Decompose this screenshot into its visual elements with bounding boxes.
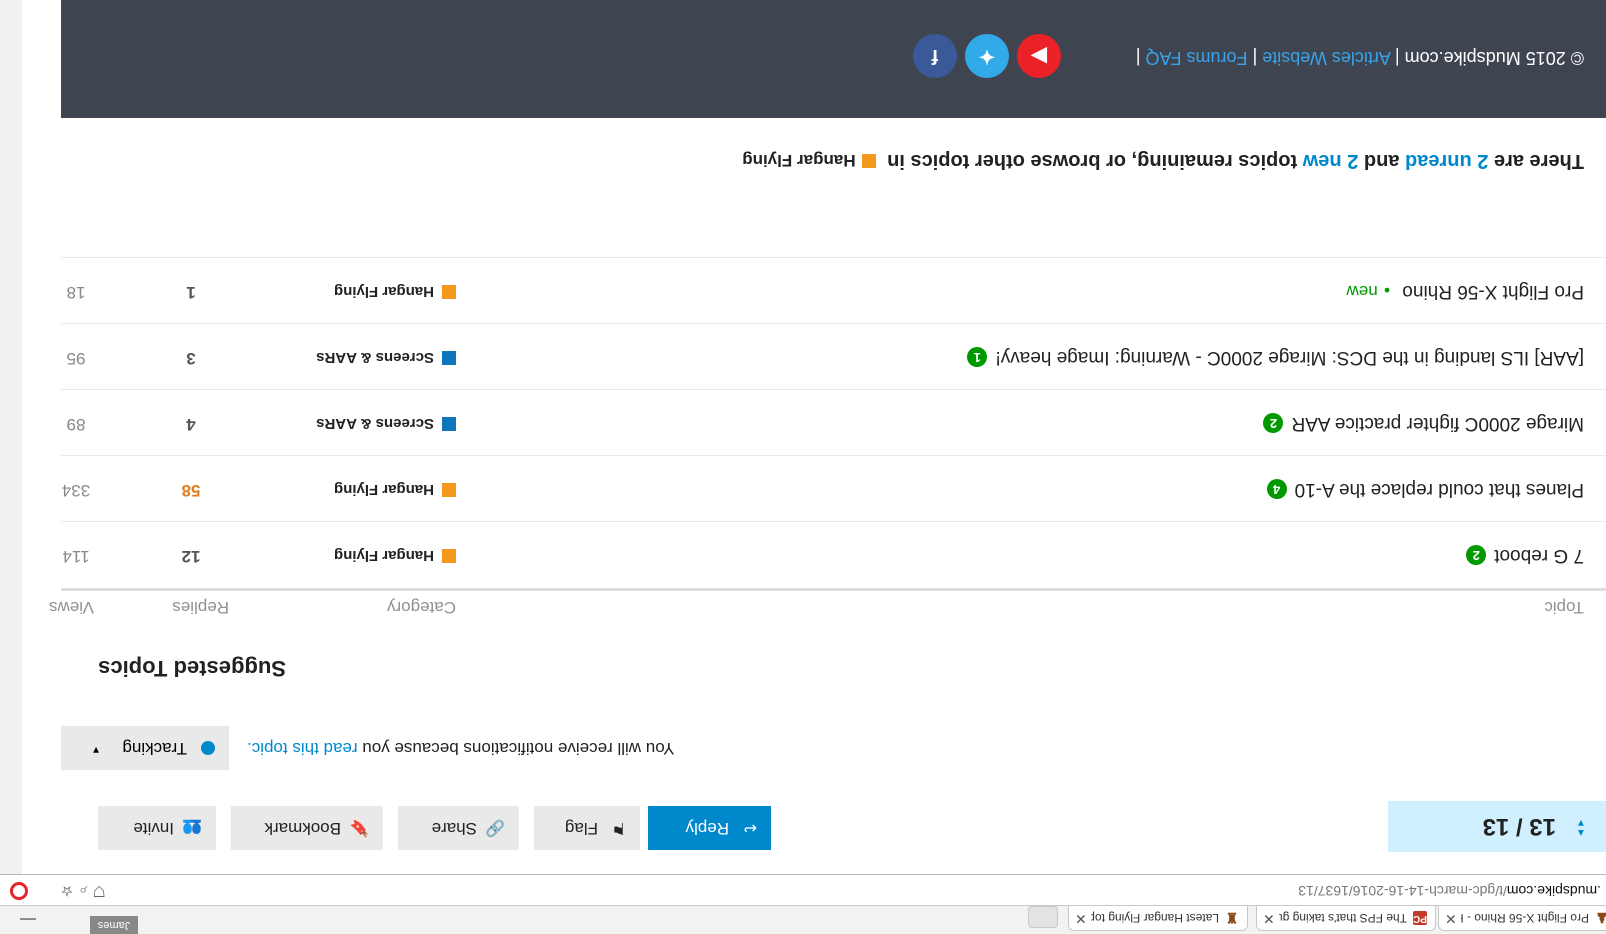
reply-count[interactable]: 1 [161, 282, 221, 302]
unread-link[interactable]: 2 unread [1405, 150, 1488, 172]
youtube-icon[interactable]: ▶ [1017, 34, 1061, 78]
articles-website-link[interactable]: Articles Website [1262, 48, 1391, 68]
new-tab-button[interactable] [1028, 906, 1058, 928]
view-count: 114 [62, 547, 90, 566]
caret-down-icon: ▼ [91, 744, 101, 755]
url-text[interactable]: .mudspike.com/t/gdc-march-14-16-2016/163… [1298, 883, 1601, 899]
close-icon[interactable]: ✕ [1075, 910, 1087, 927]
url-domain: .mudspike.com [1506, 883, 1601, 899]
table-row[interactable]: Planes that could replace the A-104 Hanga… [61, 455, 1606, 522]
reply-count[interactable]: 58 [161, 480, 221, 500]
screenshot-stage: ♟ Pro Flight X-56 Rhino - Ha ✕ PC The FP… [0, 0, 1606, 934]
topic-title[interactable]: Mirage 2000C fighter practice AAR2 [1263, 412, 1584, 434]
category-swatch [442, 285, 456, 299]
link-icon: 🔗 [485, 819, 505, 836]
tracking-dot-icon [201, 741, 215, 755]
category-swatch [861, 154, 876, 168]
category-swatch [442, 417, 456, 431]
category-link[interactable]: Hangar Flying [334, 547, 456, 564]
browse-category-link[interactable]: Hangar Flying [742, 151, 855, 170]
category-link[interactable]: Screens & AARs [316, 415, 456, 432]
unread-count-badge[interactable]: 2 [1466, 545, 1487, 566]
tracking-message: You will receive notifications because y… [247, 739, 675, 758]
flag-icon: ⚑ [611, 819, 626, 836]
browse-more-text: There are 2 unread and 2 new topics rema… [742, 150, 1584, 172]
browser-tab-bar: ♟ Pro Flight X-56 Rhino - Ha ✕ PC The FP… [0, 905, 1606, 934]
col-header-topic[interactable]: Topic [1544, 597, 1584, 617]
tracking-dropdown[interactable]: Tracking ▼ [61, 726, 229, 770]
twitter-icon[interactable]: ✦ [965, 34, 1009, 78]
table-row[interactable]: 7 G reboot2 Hangar Flying 12 114 [61, 521, 1606, 588]
reply-count[interactable]: 12 [161, 546, 221, 566]
category-link[interactable]: Hangar Flying [334, 481, 456, 498]
zoom-icon[interactable]: ⌕ [73, 882, 87, 899]
address-icons: ⛉⌕☆ [55, 882, 105, 899]
flag-button[interactable]: ⚑ Flag [534, 806, 640, 850]
topic-title[interactable]: Planes that could replace the A-104 [1266, 478, 1584, 500]
tab-pro-flight[interactable]: ♟ Pro Flight X-56 Rhino - Ha ✕ [1438, 906, 1606, 931]
site-footer: © 2015 Mudspike.com | Articles Website |… [61, 0, 1606, 118]
invite-button[interactable]: 👥 Invite [98, 806, 216, 850]
share-button[interactable]: 🔗 Share [398, 806, 519, 850]
address-bar[interactable]: .mudspike.com/t/gdc-march-14-16-2016/163… [0, 874, 1606, 905]
page-content: 13 / 13 ▲ ▼ ↩ Reply ⚑ Flag 🔗 Share 🔖 Boo… [22, 0, 1606, 874]
joystick-icon: ♟ [1595, 910, 1606, 926]
footer-text: © 2015 Mudspike.com | Articles Website |… [1135, 48, 1584, 68]
topic-title[interactable]: Pro Flight X-56 Rhinonew [1347, 280, 1585, 302]
post-position: 13 / 13 [1482, 813, 1556, 840]
tab-fps[interactable]: PC The FPS that's taking gun ✕ [1256, 906, 1436, 931]
topic-title[interactable]: 7 G reboot2 [1466, 544, 1584, 566]
chevron-down-icon[interactable]: ▼ [1576, 817, 1586, 828]
tab-hangar-flying[interactable]: ♜ Latest Hangar Flying topic ✕ [1068, 906, 1248, 931]
col-header-views[interactable]: Views [49, 597, 94, 617]
page-scrollbar[interactable] [0, 0, 23, 874]
suggested-topics-title: Suggested Topics [98, 656, 286, 681]
table-row[interactable]: [AAR] ILS landing in the DCS: Mirage 200… [61, 323, 1606, 390]
notification-row: Tracking ▼ You will receive notification… [61, 726, 771, 770]
col-header-replies[interactable]: Replies [172, 597, 229, 617]
view-count: 18 [66, 283, 86, 302]
bookmark-icon: 🔖 [349, 819, 369, 836]
unread-count-badge[interactable]: 1 [967, 347, 988, 368]
users-icon: 👥 [182, 819, 202, 836]
pc-gamer-icon: PC [1413, 911, 1427, 925]
category-swatch [442, 483, 456, 497]
window-controls: James — [0, 906, 138, 934]
facebook-icon[interactable]: f [913, 34, 957, 78]
read-topic-link[interactable]: read this topic. [247, 739, 358, 758]
topic-progress[interactable]: 13 / 13 ▲ ▼ [1388, 801, 1606, 852]
reply-count[interactable]: 3 [161, 348, 221, 368]
new-badge[interactable]: new [1347, 282, 1391, 301]
category-swatch [442, 351, 456, 365]
reply-button[interactable]: ↩ Reply [648, 806, 771, 850]
table-row[interactable]: Mirage 2000C fighter practice AAR2 Screen… [61, 389, 1606, 456]
minimize-icon[interactable]: — [20, 910, 36, 928]
reply-count[interactable]: 4 [161, 414, 221, 434]
unread-count-badge[interactable]: 4 [1266, 479, 1287, 500]
user-profile-badge[interactable]: James [90, 916, 138, 934]
view-count: 334 [61, 481, 91, 500]
url-path: /t/gdc-march-14-16-2016/1637/13 [1298, 883, 1507, 899]
opera-icon[interactable] [10, 882, 28, 900]
category-link[interactable]: Hangar Flying [334, 283, 456, 300]
category-swatch [442, 549, 456, 563]
new-link[interactable]: 2 new [1303, 150, 1359, 172]
chevron-up-icon[interactable]: ▲ [1576, 827, 1586, 838]
topic-title[interactable]: [AAR] ILS landing in the DCS: Mirage 200… [967, 346, 1584, 368]
view-count: 95 [66, 349, 86, 368]
view-count: 89 [66, 415, 86, 434]
mudspike-icon: ♜ [1225, 910, 1239, 926]
header-divider [61, 588, 1606, 591]
col-header-category[interactable]: Category [387, 597, 456, 617]
bookmark-button[interactable]: 🔖 Bookmark [231, 806, 383, 850]
close-icon[interactable]: ✕ [1445, 910, 1457, 927]
category-link[interactable]: Screens & AARs [316, 349, 456, 366]
star-icon[interactable]: ☆ [55, 882, 73, 899]
forums-faq-link[interactable]: Forums FAQ [1145, 48, 1247, 68]
unread-count-badge[interactable]: 2 [1263, 413, 1284, 434]
reply-icon: ↩ [743, 819, 757, 836]
close-icon[interactable]: ✕ [1263, 910, 1275, 927]
table-row[interactable]: Pro Flight X-56 Rhinonew Hangar Flying 1 18 [61, 257, 1606, 324]
shield-icon[interactable]: ⛉ [87, 882, 104, 899]
